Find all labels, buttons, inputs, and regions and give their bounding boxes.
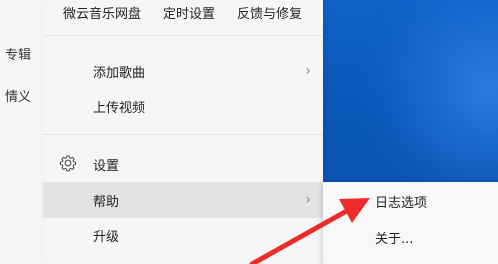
app-left-item-album[interactable]: 专辑	[5, 44, 31, 63]
menu-item-upload-video[interactable]: 上传视频	[43, 88, 323, 124]
chevron-right-icon: ›	[305, 63, 311, 79]
app-left-item-qingyi[interactable]: 情义	[5, 86, 31, 105]
menu-item-label: 设置	[93, 158, 120, 174]
menu-item-upgrade[interactable]: 升级	[43, 217, 323, 253]
menu-feedback-repair[interactable]: 反馈与修复	[237, 3, 302, 22]
menu-item-label: 上传视频	[93, 100, 146, 116]
submenu-item-label: 关于...	[375, 231, 414, 247]
menu-item-help[interactable]: 帮助 ›	[43, 182, 323, 218]
menu-weiyun-cloud[interactable]: 微云音乐网盘	[63, 3, 141, 22]
menu-item-label: 添加歌曲	[93, 65, 146, 81]
submenu-item-about[interactable]: 关于...	[323, 220, 498, 254]
menu-item-label: 帮助	[93, 194, 120, 210]
gear-icon	[60, 155, 76, 172]
submenu-item-label: 日志选项	[375, 195, 428, 211]
help-submenu: 日志选项 关于...	[323, 182, 498, 264]
menu-item-add-songs[interactable]: 添加歌曲 ›	[43, 53, 323, 89]
submenu-item-log-options[interactable]: 日志选项	[323, 184, 498, 218]
menu-timer-settings[interactable]: 定时设置	[163, 3, 215, 22]
main-menu: 微云音乐网盘 定时设置 反馈与修复 添加歌曲 › 上传视频 设置 帮助 › 升级	[43, 0, 323, 264]
menu-divider	[43, 134, 323, 135]
menu-item-label: 升级	[93, 229, 120, 245]
chevron-right-icon: ›	[305, 192, 311, 208]
menu-item-settings[interactable]: 设置	[43, 146, 323, 182]
menu-top-row: 微云音乐网盘 定时设置 反馈与修复	[43, 0, 323, 36]
